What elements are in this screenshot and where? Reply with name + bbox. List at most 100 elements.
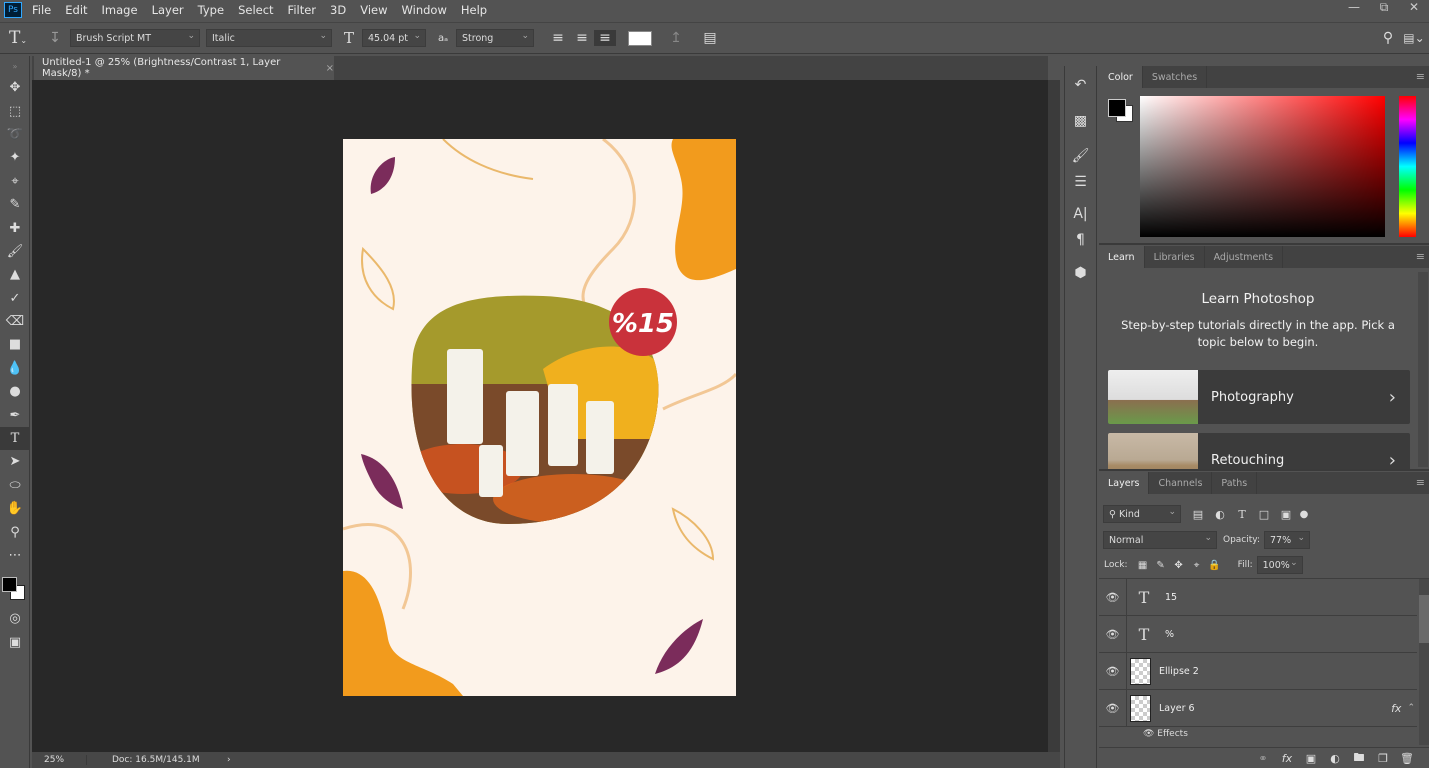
tab-channels[interactable]: Channels [1149,472,1213,494]
menu-layer[interactable]: Layer [152,3,184,17]
opacity-field[interactable]: 77% ⌄ [1264,531,1310,549]
filter-toggle-icon[interactable]: ● [1297,509,1311,520]
healing-brush-icon[interactable]: ✚ [0,216,30,239]
tab-layers[interactable]: Layers [1099,472,1150,494]
tab-swatches[interactable]: Swatches [1143,66,1208,88]
panel-menu-icon[interactable]: ≡ [1416,476,1425,489]
tab-learn[interactable]: Learn [1099,246,1145,268]
quick-mask-icon[interactable]: ◎ [0,607,30,630]
restore-icon[interactable]: ⧉ [1369,0,1399,15]
stamp-tool-icon[interactable]: ▲ [0,263,30,286]
menu-filter[interactable]: Filter [288,3,316,17]
close-window-icon[interactable]: ✕ [1399,0,1429,15]
adjustment-layer-icon[interactable]: ◐ [1323,752,1347,765]
character-panel-icon[interactable]: ▤ [698,30,722,46]
expand-effects-icon[interactable]: ⌃ [1407,703,1415,713]
screen-mode-icon[interactable]: ▣ [0,631,30,654]
fx-badge[interactable]: fx [1391,702,1401,715]
paragraph-icon[interactable]: ¶ [1065,227,1096,253]
learn-scrollbar[interactable] [1418,272,1428,467]
foreground-color[interactable] [1108,99,1126,117]
font-family-select[interactable]: Brush Script MT ⌄ [70,29,200,47]
align-center-icon[interactable]: ≡ [570,30,594,46]
lock-pixels-icon[interactable]: ✎ [1152,560,1170,571]
visibility-eye-icon[interactable]: 👁 [1099,690,1127,726]
gradient-tool-icon[interactable]: ■ [0,333,30,356]
delete-layer-icon[interactable]: 🗑 [1395,752,1419,765]
layer-filter-select[interactable]: ⚲ Kind ⌄ [1103,505,1181,523]
menu-select[interactable]: Select [238,3,273,17]
filter-type-icon[interactable]: T [1231,508,1253,521]
eyedropper-tool-icon[interactable]: ✎ [0,193,30,216]
tutorial-card-photography[interactable]: Photography › [1108,370,1410,424]
tab-libraries[interactable]: Libraries [1145,246,1205,268]
new-layer-icon[interactable]: ❐ [1371,752,1395,765]
layer-row-layer-6[interactable]: 👁 Layer 6 fx ⌃ [1099,690,1417,727]
color-swatches[interactable] [0,567,29,607]
effects-eye-icon[interactable]: 👁 [1143,729,1157,739]
add-style-icon[interactable]: fx [1275,752,1299,765]
document-tab[interactable]: Untitled-1 @ 25% (Brightness/Contrast 1,… [34,56,334,80]
visibility-eye-icon[interactable]: 👁 [1099,653,1127,689]
toggle-orientation-icon[interactable]: ↧ [44,30,66,46]
menu-image[interactable]: Image [102,3,138,17]
path-select-tool-icon[interactable]: ➤ [0,450,30,473]
add-mask-icon[interactable]: ▣ [1299,752,1323,765]
menu-edit[interactable]: Edit [65,3,87,17]
menu-help[interactable]: Help [461,3,487,17]
zoom-level[interactable]: 25% [32,755,87,765]
panel-menu-icon[interactable]: ≡ [1416,250,1425,263]
eraser-tool-icon[interactable]: ⌫ [0,310,30,333]
lock-all-icon[interactable]: 🔒 [1206,560,1224,571]
ellipse-tool-icon[interactable]: ⬭ [0,474,30,497]
blend-mode-select[interactable]: Normal ⌄ [1103,531,1217,549]
font-style-select[interactable]: Italic ⌄ [206,29,332,47]
layer-row-percent[interactable]: 👁 T % [1099,616,1417,653]
menu-type[interactable]: Type [198,3,224,17]
filter-pixel-icon[interactable]: ▤ [1187,508,1209,521]
type-tool-icon[interactable]: T [0,426,30,451]
vertical-scrollbar[interactable] [1048,80,1060,752]
hand-tool-icon[interactable]: ✋ [0,497,30,520]
tab-color[interactable]: Color [1099,66,1143,88]
warp-text-icon[interactable]: ↥ [664,30,688,46]
history-brush-icon[interactable]: ✓ [0,287,30,310]
workspace-icon[interactable]: ▤⌄ [1399,31,1429,45]
tab-adjustments[interactable]: Adjustments [1205,246,1284,268]
link-layers-icon[interactable]: ⚭ [1251,752,1275,765]
3d-panel-icon[interactable]: ▩ [1065,105,1096,137]
move-tool-icon[interactable]: ✥ [0,76,30,99]
filter-adjustment-icon[interactable]: ◐ [1209,508,1231,521]
color-field[interactable] [1140,96,1385,237]
marquee-tool-icon[interactable]: ⬚ [0,99,30,122]
blur-tool-icon[interactable]: 💧 [0,357,30,380]
minimize-icon[interactable]: — [1339,0,1369,15]
pen-tool-icon[interactable]: ✒ [0,403,30,426]
align-right-icon[interactable]: ≡ [594,30,616,46]
hue-slider[interactable] [1399,96,1416,237]
quick-select-tool-icon[interactable]: ✦ [0,146,30,169]
menu-window[interactable]: Window [402,3,447,17]
menu-file[interactable]: File [32,3,51,17]
scrollbar-thumb[interactable] [1419,595,1429,643]
filter-smart-object-icon[interactable]: ▣ [1275,508,1297,521]
visibility-eye-icon[interactable]: 👁 [1099,616,1127,652]
type-tool-preset-icon[interactable]: T⌄ [0,28,36,48]
status-menu-arrow[interactable]: › [227,755,231,765]
3d-cube-icon[interactable]: ⬢ [1065,257,1096,289]
menu-3d[interactable]: 3D [330,3,346,17]
panel-menu-icon[interactable]: ≡ [1416,70,1425,83]
collapse-icon[interactable]: » [0,56,30,76]
antialias-select[interactable]: Strong ⌄ [456,29,534,47]
crop-tool-icon[interactable]: ⌖ [0,170,30,193]
filter-shape-icon[interactable]: □ [1253,508,1275,521]
lock-transparent-icon[interactable]: ▦ [1134,560,1152,571]
lasso-tool-icon[interactable]: ➰ [0,123,30,146]
properties-icon[interactable]: ☰ [1065,169,1096,195]
text-color-swatch[interactable] [628,30,652,46]
new-group-icon[interactable]: 🖿 [1347,749,1371,768]
align-left-icon[interactable]: ≡ [546,30,570,46]
character-icon[interactable]: A| [1065,201,1096,227]
lock-position-icon[interactable]: ✥ [1170,560,1188,571]
dodge-tool-icon[interactable]: ● [0,380,30,403]
